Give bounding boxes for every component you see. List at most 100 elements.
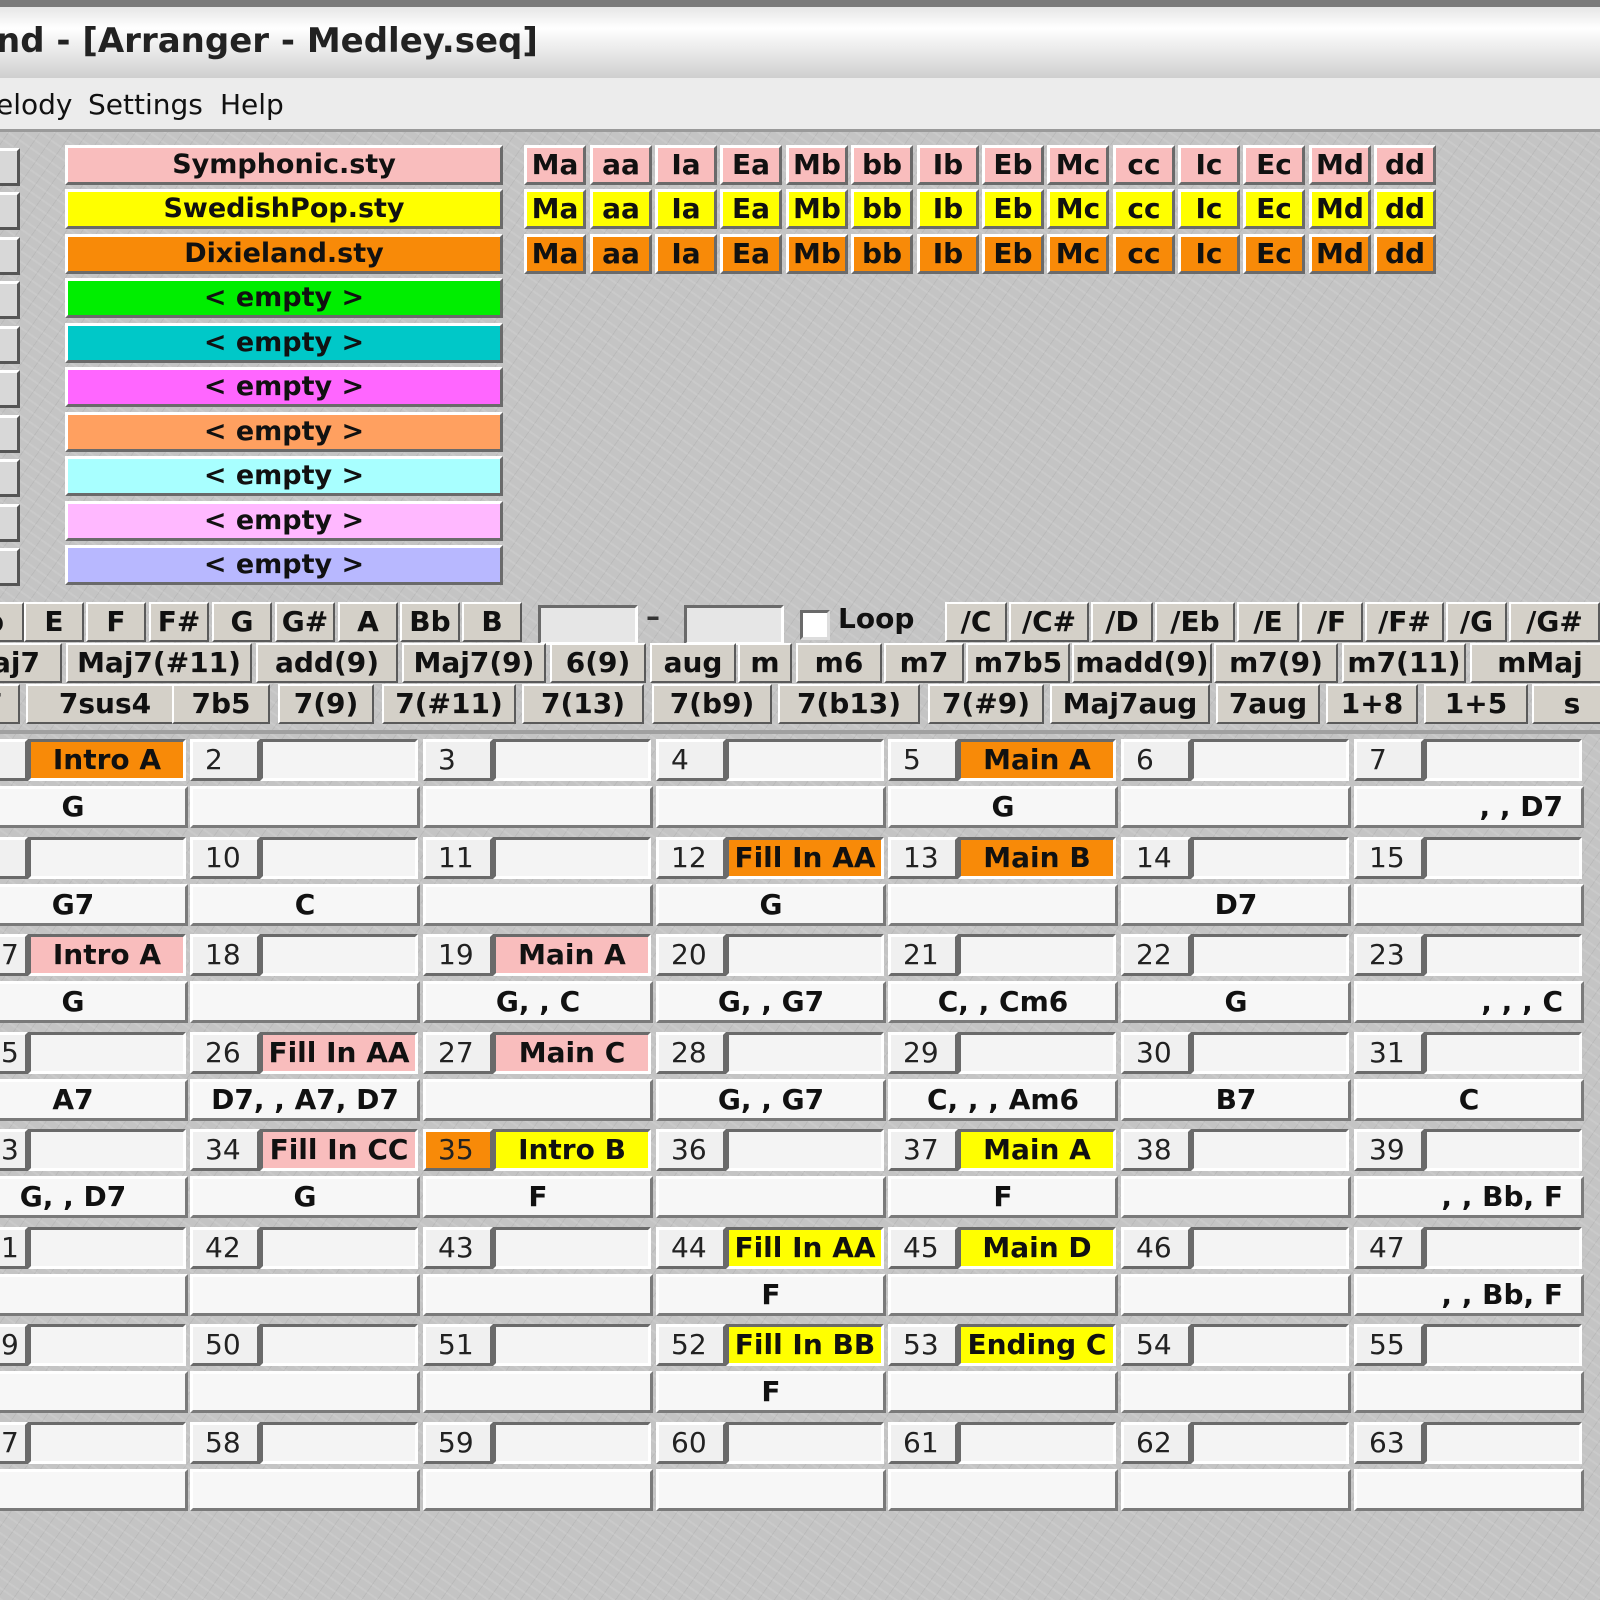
bass-note-eb[interactable]: /Eb <box>1155 602 1235 642</box>
measure-part[interactable] <box>726 1129 884 1171</box>
measure-chords[interactable] <box>888 1468 1118 1511</box>
measure-chords[interactable] <box>888 1371 1118 1413</box>
measure-chords[interactable] <box>888 1273 1118 1316</box>
measure-part[interactable]: Main A <box>493 934 651 976</box>
style-select-button-4[interactable] <box>0 281 20 319</box>
bass-note-csharp[interactable]: /C# <box>1009 602 1089 642</box>
measure-part[interactable]: Fill In AA <box>726 1226 884 1269</box>
measure-part[interactable] <box>28 1421 186 1464</box>
variation-3-ib[interactable]: Ib <box>917 234 979 274</box>
measure-part[interactable] <box>28 1031 186 1074</box>
measure-chords[interactable]: G7 <box>0 883 188 926</box>
measure-part[interactable] <box>260 1324 418 1366</box>
measure-part[interactable] <box>726 1421 884 1464</box>
measure-part[interactable]: Fill In CC <box>260 1129 418 1171</box>
style-select-button-9[interactable] <box>0 504 20 542</box>
chord-type-7-b13-b[interactable]: 7(b13) <box>778 684 920 724</box>
measure-chords[interactable] <box>1354 1371 1584 1413</box>
measure-chords[interactable] <box>656 1468 886 1511</box>
measure-chords[interactable]: G, , C <box>423 981 653 1023</box>
measure-chords[interactable]: G, , G7 <box>656 1078 886 1121</box>
variation-2-ia[interactable]: Ia <box>655 189 717 229</box>
bass-note-d[interactable]: /D <box>1091 602 1153 642</box>
variation-2-ma[interactable]: Ma <box>524 189 586 229</box>
measure-part[interactable] <box>1191 1031 1349 1074</box>
measure-chords[interactable] <box>0 1371 188 1413</box>
measure-chords[interactable] <box>0 1468 188 1511</box>
chord-type-mmaj[interactable]: mMaj <box>1470 643 1600 683</box>
measure-chords[interactable]: G <box>1121 981 1351 1023</box>
variation-2-eb[interactable]: Eb <box>982 189 1044 229</box>
root-note-e[interactable]: E <box>24 602 84 642</box>
style-select-button-10[interactable] <box>0 548 20 586</box>
measure-chords[interactable]: , , D7 <box>1354 786 1584 828</box>
chord-type-1-8-b[interactable]: 1+8 <box>1326 684 1418 724</box>
style-slot-6[interactable]: < empty > <box>65 367 503 407</box>
variation-3-aa[interactable]: aa <box>590 234 652 274</box>
measure-part[interactable] <box>726 1031 884 1074</box>
chord-type-m7-11[interactable]: m7(11) <box>1342 643 1466 683</box>
measure-chords[interactable] <box>190 1371 420 1413</box>
measure-part[interactable] <box>493 1226 651 1269</box>
variation-1-mc[interactable]: Mc <box>1047 145 1109 185</box>
measure-chords[interactable]: G <box>888 786 1118 828</box>
style-slot-10[interactable]: < empty > <box>65 545 503 585</box>
measure-part[interactable]: Main C <box>493 1031 651 1074</box>
variation-1-ib[interactable]: Ib <box>917 145 979 185</box>
measure-part[interactable] <box>260 934 418 976</box>
variation-1-bb[interactable]: bb <box>851 145 913 185</box>
variation-3-cc[interactable]: cc <box>1113 234 1175 274</box>
measure-chords[interactable]: F <box>423 1176 653 1218</box>
variation-1-eb[interactable]: Eb <box>982 145 1044 185</box>
measure-chords[interactable] <box>0 1273 188 1316</box>
chord-type-madd-9[interactable]: madd(9) <box>1072 643 1212 683</box>
measure-chords[interactable] <box>1121 1273 1351 1316</box>
chord-type-7-sharp9-b[interactable]: 7(#9) <box>928 684 1044 724</box>
loop-checkbox[interactable] <box>800 610 830 640</box>
measure-part[interactable]: Ending C <box>958 1324 1116 1366</box>
measure-part[interactable] <box>1424 836 1582 879</box>
measure-part[interactable] <box>493 836 651 879</box>
variation-1-ic[interactable]: Ic <box>1178 145 1240 185</box>
measure-part[interactable] <box>1424 739 1582 781</box>
measure-part[interactable] <box>260 1421 418 1464</box>
measure-chords[interactable] <box>1121 786 1351 828</box>
chord-type-aj7[interactable]: aj7 <box>0 643 62 683</box>
chord-type-7aug-b[interactable]: 7aug <box>1216 684 1320 724</box>
measure-chords[interactable]: G <box>656 883 886 926</box>
menu-settings[interactable]: Settings <box>88 88 203 121</box>
measure-chords[interactable] <box>1121 1468 1351 1511</box>
measure-chords[interactable]: D7 <box>1121 883 1351 926</box>
measure-chords[interactable]: G <box>0 981 188 1023</box>
measure-chords[interactable]: G, , D7 <box>0 1176 188 1218</box>
style-slot-4[interactable]: < empty > <box>65 278 503 318</box>
measure-chords[interactable] <box>190 1273 420 1316</box>
measure-part[interactable]: Main A <box>958 739 1116 781</box>
chord-type-6-9[interactable]: 6(9) <box>550 643 646 683</box>
measure-part[interactable] <box>28 1129 186 1171</box>
measure-chords[interactable] <box>1354 1468 1584 1511</box>
measure-chords[interactable]: , , Bb, F <box>1354 1176 1584 1218</box>
measure-chords[interactable] <box>190 1468 420 1511</box>
chord-type-7-sharp11-b[interactable]: 7(#11) <box>382 684 516 724</box>
variation-1-ia[interactable]: Ia <box>655 145 717 185</box>
measure-part[interactable] <box>958 1421 1116 1464</box>
chord-type-m7-9[interactable]: m7(9) <box>1214 643 1338 683</box>
chord-type-m7b5[interactable]: m7b5 <box>966 643 1070 683</box>
measure-part[interactable] <box>1191 1324 1349 1366</box>
measure-part[interactable] <box>1424 1324 1582 1366</box>
measure-chords[interactable]: G <box>190 1176 420 1218</box>
measure-part[interactable]: Fill In AA <box>260 1031 418 1074</box>
measure-part[interactable] <box>1191 1226 1349 1269</box>
style-select-button-7[interactable] <box>0 415 20 453</box>
measure-chords[interactable]: C <box>190 883 420 926</box>
chord-type-aug[interactable]: aug <box>650 643 736 683</box>
chord-type-maj7aug-b[interactable]: Maj7aug <box>1050 684 1210 724</box>
menu-help[interactable]: Help <box>220 88 284 121</box>
measure-part[interactable] <box>1424 1421 1582 1464</box>
measure-part[interactable] <box>726 739 884 781</box>
measure-chords[interactable] <box>888 883 1118 926</box>
measure-chords[interactable] <box>423 1273 653 1316</box>
measure-chords[interactable] <box>1354 883 1584 926</box>
measure-part[interactable] <box>1191 836 1349 879</box>
